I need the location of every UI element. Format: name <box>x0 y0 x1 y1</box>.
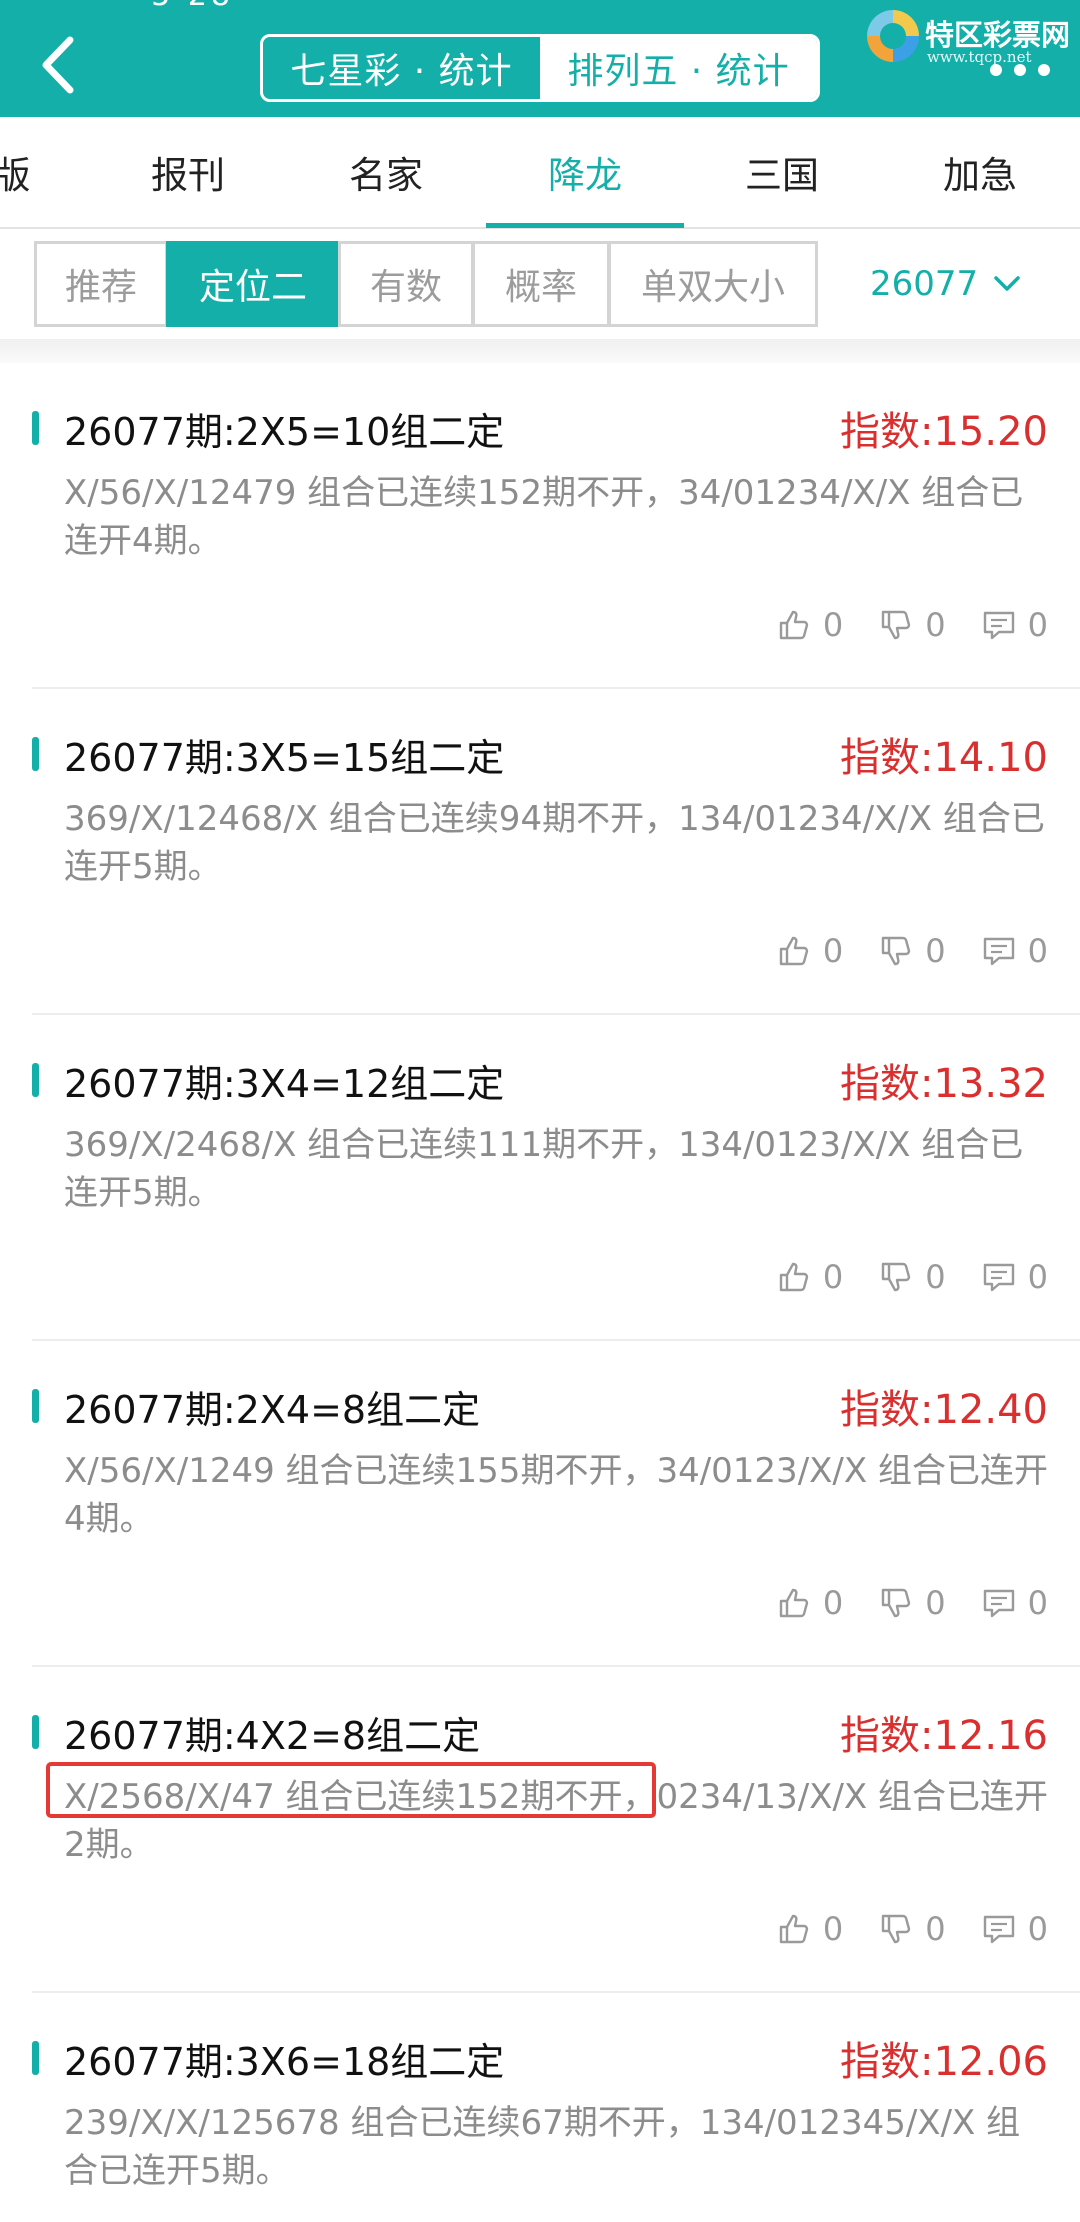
more-dots-icon <box>990 64 1002 76</box>
item-actions: 0 0 0 <box>741 1257 1048 1297</box>
item-score: 指数:12.40 <box>840 1387 1048 1433</box>
dislike-button[interactable]: 0 <box>879 1910 946 1948</box>
section-divider <box>0 339 1080 363</box>
list-item[interactable]: 26077期:3X6=18组二定 指数:12.06 239/X/X/125678… <box>0 1993 1080 2222</box>
item-marker <box>32 411 39 445</box>
logo-swirl-icon <box>867 10 919 62</box>
like-button[interactable]: 0 <box>777 932 843 970</box>
tab-sanguo[interactable]: 三国 <box>702 117 862 227</box>
status-bar-partial: · · · 5 28 <box>70 0 234 13</box>
dislike-button[interactable]: 0 <box>879 1584 946 1622</box>
item-marker <box>32 2041 39 2075</box>
thumbs-up-icon <box>779 610 809 640</box>
active-tab-indicator <box>486 223 684 228</box>
tab-mingjia[interactable]: 名家 <box>306 117 466 227</box>
item-description: 369/X/2468/X 组合已连续111期不开，134/0123/X/X 组合… <box>64 1125 1024 1213</box>
item-score: 指数:13.32 <box>840 1061 1048 1107</box>
dislike-button[interactable]: 0 <box>879 1258 946 1296</box>
list-item[interactable]: 26077期:3X4=12组二定 指数:13.32 369/X/2468/X 组… <box>0 1015 1080 1341</box>
tab-ban[interactable]: 版 <box>0 117 92 227</box>
comment-icon <box>983 1263 1014 1292</box>
filter-probability[interactable]: 概率 <box>472 241 610 327</box>
filter-odd-even-size[interactable]: 单双大小 <box>608 241 818 327</box>
item-actions: 0 0 0 <box>741 1583 1048 1623</box>
item-marker <box>32 737 39 771</box>
item-title: 26077期:3X5=15组二定 <box>64 736 505 780</box>
comment-button[interactable]: 0 <box>982 606 1048 644</box>
item-score: 指数:12.06 <box>840 2039 1048 2085</box>
item-title: 26077期:3X4=12组二定 <box>64 1062 505 1106</box>
item-title: 26077期:2X4=8组二定 <box>64 1388 481 1432</box>
category-tabs: 版 报刊 名家 降龙 三国 加急 <box>0 117 1080 229</box>
tab-xianglong[interactable]: 降龙 <box>505 117 665 227</box>
dislike-button[interactable]: 0 <box>879 606 946 644</box>
thumbs-down-icon <box>882 1588 911 1618</box>
thumbs-down-icon <box>882 1914 911 1944</box>
item-marker <box>32 1389 39 1423</box>
list-item[interactable]: 26077期:3X5=15组二定 指数:14.10 369/X/12468/X … <box>0 689 1080 1015</box>
item-description: 239/X/X/125678 组合已连续67期不开，134/012345/X/X… <box>64 2103 1021 2191</box>
like-button[interactable]: 0 <box>777 606 843 644</box>
segment-pailiewu-stats[interactable]: 排列五 · 统计 <box>540 37 817 99</box>
item-score: 指数:14.10 <box>840 735 1048 781</box>
like-button[interactable]: 0 <box>777 1258 843 1296</box>
dislike-button[interactable]: 0 <box>879 932 946 970</box>
item-score: 指数:15.20 <box>840 409 1048 455</box>
comment-icon <box>983 1589 1014 1618</box>
item-marker <box>32 1063 39 1097</box>
more-button[interactable] <box>990 62 1050 78</box>
period-dropdown[interactable]: 26077 <box>870 241 1050 327</box>
highlighted-text: X/2568/X/47 组合已连续152期不开 <box>64 1777 623 1817</box>
app-header: · · · 5 28 七星彩 · 统计 排列五 · 统计 特区彩票网 www.t… <box>0 0 1080 117</box>
list-item[interactable]: 26077期:2X4=8组二定 指数:12.40 X/56/X/1249 组合已… <box>0 1341 1080 1667</box>
item-marker <box>32 1715 39 1749</box>
filter-position-two[interactable]: 定位二 <box>166 241 340 327</box>
list-item[interactable]: 26077期:4X2=8组二定 指数:12.16 X/2568/X/47 组合已… <box>0 1667 1080 1993</box>
list-item[interactable]: 26077期:2X5=10组二定 指数:15.20 X/56/X/12479 组… <box>0 363 1080 689</box>
chevron-down-icon <box>994 276 1020 291</box>
thumbs-down-icon <box>882 610 911 640</box>
period-value: 26077 <box>870 264 979 304</box>
item-actions: 0 0 0 <box>741 931 1048 971</box>
thumbs-up-icon <box>779 1588 809 1618</box>
tab-jiaji[interactable]: 加急 <box>900 117 1060 227</box>
comment-icon <box>983 1915 1014 1944</box>
lottery-type-switch: 七星彩 · 统计 排列五 · 统计 <box>260 34 820 102</box>
chevron-left-icon <box>42 36 74 94</box>
back-button[interactable] <box>30 30 90 100</box>
thumbs-down-icon <box>882 1262 911 1292</box>
segment-qixingcai-stats[interactable]: 七星彩 · 统计 <box>263 37 540 99</box>
thumbs-up-icon <box>779 1262 809 1292</box>
item-title: 26077期:4X2=8组二定 <box>64 1714 481 1758</box>
tab-baokan[interactable]: 报刊 <box>108 117 268 227</box>
filter-bar: 推荐 定位二 有数 概率 单双大小 26077 <box>0 229 1080 339</box>
filter-recommend[interactable]: 推荐 <box>34 241 168 327</box>
item-actions: 0 0 0 <box>741 605 1048 645</box>
comment-button[interactable]: 0 <box>982 1258 1048 1296</box>
filter-has-number[interactable]: 有数 <box>338 241 474 327</box>
item-title: 26077期:2X5=10组二定 <box>64 410 505 454</box>
item-description: X/56/X/12479 组合已连续152期不开，34/01234/X/X 组合… <box>64 473 1024 561</box>
item-actions: 0 0 0 <box>741 1909 1048 1949</box>
thumbs-up-icon <box>779 936 809 966</box>
item-description: X/2568/X/47 组合已连续152期不开，0234/13/X/X 组合已连… <box>64 1777 1049 1865</box>
comment-button[interactable]: 0 <box>982 1910 1048 1948</box>
site-logo: 特区彩票网 www.tqcp.net <box>867 8 1072 68</box>
like-button[interactable]: 0 <box>777 1584 843 1622</box>
item-description: 369/X/12468/X 组合已连续94期不开，134/01234/X/X 组… <box>64 799 1045 887</box>
comment-icon <box>983 937 1014 966</box>
comment-button[interactable]: 0 <box>982 1584 1048 1622</box>
item-score: 指数:12.16 <box>840 1713 1048 1759</box>
item-title: 26077期:3X6=18组二定 <box>64 2040 505 2084</box>
comment-icon <box>983 611 1014 640</box>
item-description: X/56/X/1249 组合已连续155期不开，34/0123/X/X 组合已连… <box>64 1451 1048 1539</box>
thumbs-down-icon <box>882 936 911 966</box>
thumbs-up-icon <box>779 1914 809 1944</box>
comment-button[interactable]: 0 <box>982 932 1048 970</box>
like-button[interactable]: 0 <box>777 1910 843 1948</box>
